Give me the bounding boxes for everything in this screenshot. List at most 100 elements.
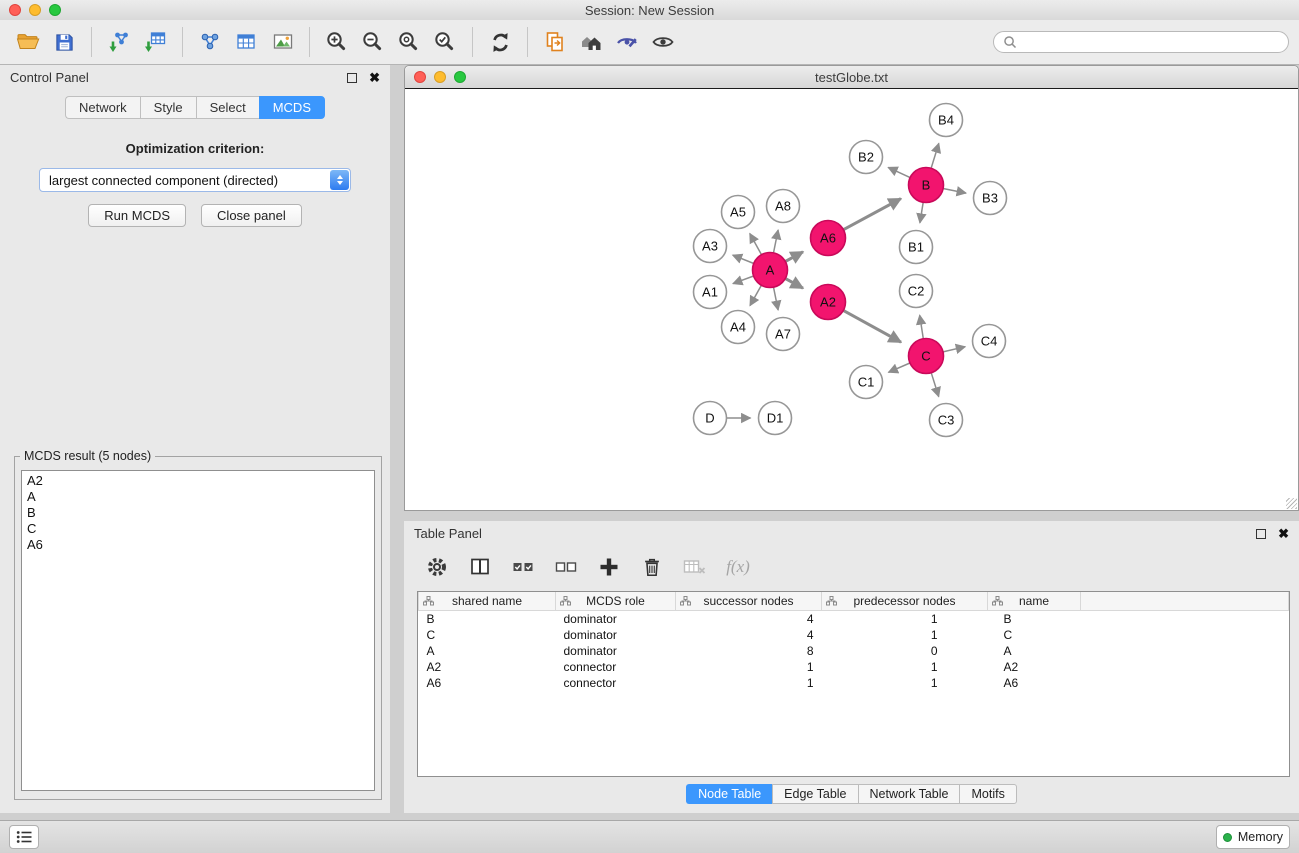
close-panel-icon[interactable]: ✖	[1278, 527, 1289, 540]
minimize-view-button[interactable]	[434, 71, 446, 83]
delete-table-button[interactable]	[682, 554, 708, 580]
edge-C-C3[interactable]	[931, 373, 939, 397]
edge-C-C1[interactable]	[889, 363, 910, 372]
node-D1[interactable]: D1	[759, 402, 792, 435]
edge-B-B3[interactable]	[943, 189, 966, 194]
show-column-button[interactable]	[467, 554, 493, 580]
float-panel-icon[interactable]	[1256, 529, 1266, 539]
zoom-selected-button[interactable]	[427, 24, 463, 60]
zoom-fit-button[interactable]	[391, 24, 427, 60]
table-settings-button[interactable]	[424, 554, 450, 580]
show-hide-button[interactable]	[645, 24, 681, 60]
close-window-button[interactable]	[9, 4, 21, 16]
filter-edit-button[interactable]	[609, 24, 645, 60]
edge-A-A6[interactable]	[785, 252, 803, 262]
select-all-button[interactable]	[510, 554, 536, 580]
zoom-view-button[interactable]	[454, 71, 466, 83]
toolbar-search[interactable]	[993, 31, 1289, 53]
apply-layout-button[interactable]	[482, 24, 518, 60]
minimize-window-button[interactable]	[29, 4, 41, 16]
import-network-button[interactable]	[101, 24, 137, 60]
node-B1[interactable]: B1	[900, 231, 933, 264]
save-session-button[interactable]	[46, 24, 82, 60]
edge-A-A2[interactable]	[785, 279, 803, 289]
table-row[interactable]: A2connector11A2	[419, 659, 1289, 675]
deselect-all-button[interactable]	[553, 554, 579, 580]
edge-B-B2[interactable]	[888, 167, 910, 177]
new-network-button[interactable]	[192, 24, 228, 60]
mcds-result-item[interactable]: C	[27, 521, 369, 537]
node-A1[interactable]: A1	[694, 276, 727, 309]
node-A2[interactable]: A2	[811, 285, 846, 320]
network-canvas[interactable]: B4B2BB3A5A8A6A3B1AA1C2A2A4A7C4CC1C3DD1	[405, 88, 1298, 510]
documents-button[interactable]	[537, 24, 573, 60]
column-header-predecessor-nodes[interactable]: predecessor nodes	[822, 592, 988, 611]
export-image-button[interactable]	[264, 24, 300, 60]
node-D[interactable]: D	[694, 402, 727, 435]
open-session-button[interactable]	[10, 24, 46, 60]
node-A3[interactable]: A3	[694, 230, 727, 263]
table-row[interactable]: Adominator80A	[419, 643, 1289, 659]
tab-style[interactable]: Style	[140, 96, 196, 119]
dropdown-stepper[interactable]	[330, 170, 349, 190]
node-A4[interactable]: A4	[722, 311, 755, 344]
edge-A6-B[interactable]	[843, 199, 901, 230]
table-row[interactable]: Bdominator41B	[419, 611, 1289, 628]
node-C4[interactable]: C4	[973, 325, 1006, 358]
table-row[interactable]: Cdominator41C	[419, 627, 1289, 643]
import-table-button[interactable]	[137, 24, 173, 60]
edge-A-A1[interactable]	[733, 276, 754, 284]
tab-network[interactable]: Network	[65, 96, 140, 119]
mcds-result-item[interactable]: A	[27, 489, 369, 505]
node-B2[interactable]: B2	[850, 141, 883, 174]
close-view-button[interactable]	[414, 71, 426, 83]
column-header-name[interactable]: name	[988, 592, 1081, 611]
column-header-successor-nodes[interactable]: successor nodes	[676, 592, 822, 611]
edge-A-A7[interactable]	[774, 287, 779, 310]
edge-A-A8[interactable]	[774, 230, 779, 253]
edge-A-A3[interactable]	[733, 255, 754, 263]
network-window-titlebar[interactable]: testGlobe.txt	[405, 66, 1298, 88]
run-mcds-button[interactable]: Run MCDS	[88, 204, 186, 227]
edge-C-C4[interactable]	[943, 347, 965, 352]
search-input[interactable]	[1023, 34, 1279, 50]
edge-A-A4[interactable]	[750, 285, 761, 305]
node-C[interactable]: C	[909, 339, 944, 374]
edge-A-A5[interactable]	[750, 234, 762, 255]
create-column-button[interactable]	[596, 554, 622, 580]
zoom-window-button[interactable]	[49, 4, 61, 16]
node-A[interactable]: A	[753, 253, 788, 288]
close-panel-button[interactable]: Close panel	[201, 204, 302, 227]
home-button[interactable]	[573, 24, 609, 60]
zoom-in-button[interactable]	[319, 24, 355, 60]
column-header-shared-name[interactable]: shared name	[419, 592, 556, 611]
tab-network-table[interactable]: Network Table	[858, 784, 960, 804]
node-B4[interactable]: B4	[930, 104, 963, 137]
edge-B-B4[interactable]	[931, 143, 939, 168]
function-builder-button[interactable]: f(x)	[725, 554, 751, 580]
node-A8[interactable]: A8	[767, 190, 800, 223]
node-A7[interactable]: A7	[767, 318, 800, 351]
tab-mcds[interactable]: MCDS	[259, 96, 325, 119]
delete-column-button[interactable]	[639, 554, 665, 580]
new-table-button[interactable]	[228, 24, 264, 60]
node-table-container[interactable]: shared nameMCDS rolesuccessor nodesprede…	[417, 591, 1290, 777]
tab-select[interactable]: Select	[196, 96, 259, 119]
mcds-result-item[interactable]: B	[27, 505, 369, 521]
node-A6[interactable]: A6	[811, 221, 846, 256]
node-A5[interactable]: A5	[722, 196, 755, 229]
resize-grip[interactable]	[1286, 498, 1297, 509]
task-history-button[interactable]	[9, 825, 39, 849]
mcds-result-item[interactable]: A6	[27, 537, 369, 553]
tab-node-table[interactable]: Node Table	[686, 784, 772, 804]
tab-edge-table[interactable]: Edge Table	[772, 784, 857, 804]
mcds-result-item[interactable]: A2	[27, 473, 369, 489]
float-panel-icon[interactable]	[347, 73, 357, 83]
node-C1[interactable]: C1	[850, 366, 883, 399]
zoom-out-button[interactable]	[355, 24, 391, 60]
network-graph[interactable]: B4B2BB3A5A8A6A3B1AA1C2A2A4A7C4CC1C3DD1	[405, 89, 1298, 510]
node-B[interactable]: B	[909, 168, 944, 203]
tab-motifs[interactable]: Motifs	[959, 784, 1016, 804]
edge-A2-C[interactable]	[843, 310, 901, 342]
edge-B-B1[interactable]	[920, 202, 923, 223]
